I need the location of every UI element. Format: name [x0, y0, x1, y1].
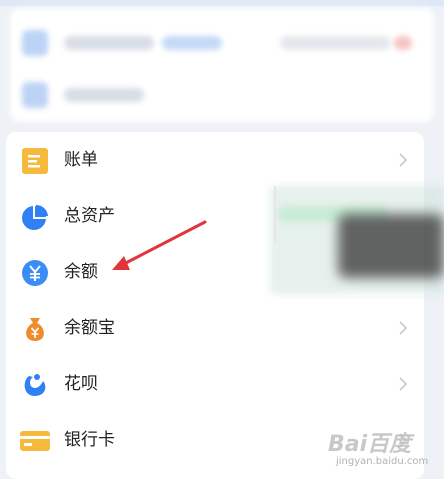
watermark-logo-text: Bai百度 [328, 432, 412, 457]
annotation-arrow-icon [112, 220, 207, 270]
watermark-url: jingyan.baidu.com [336, 456, 429, 467]
baidu-watermark: Bai百度 jingyan.baidu.com [300, 418, 440, 478]
